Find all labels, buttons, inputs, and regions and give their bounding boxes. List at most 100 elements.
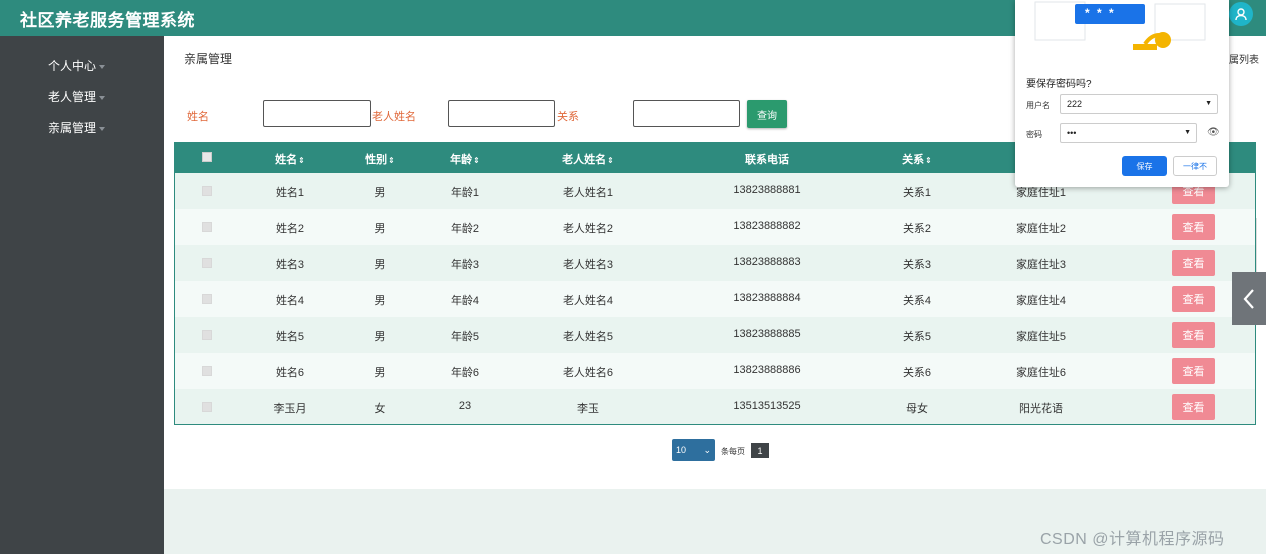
view-button[interactable]: 查看 [1172, 214, 1215, 240]
cell-address: 家庭住址3 [1015, 259, 1067, 271]
row-checkbox[interactable] [202, 222, 212, 232]
caret-down-icon [99, 126, 106, 131]
cell-gender: 男 [374, 367, 386, 379]
per-page-label: 条每页 [721, 447, 745, 456]
sidebar-item-label: 老人管理 [48, 90, 97, 104]
column-header-label: 年龄 [450, 154, 473, 166]
table-row: 姓名6 男 年龄6 老人姓名6 13823888886 关系6 家庭住址6 查看 [175, 353, 1255, 389]
sidebar-item-relative-management[interactable]: 亲属管理 [48, 119, 106, 136]
cell-phone: 13823888886 [733, 364, 801, 376]
name-input[interactable] [263, 100, 371, 127]
page-size-value: 10 [676, 445, 687, 455]
save-password-popup: * * * 要保存密码吗? 用户名 222 ▼ 密码 ••• ▼ 👁 保存 一律不 [1015, 0, 1229, 187]
save-password-button[interactable]: 保存 [1122, 156, 1167, 176]
chevron-down-icon: ⌄ [703, 445, 711, 455]
column-header-elder-name[interactable]: 老人姓名⇕ [562, 151, 614, 167]
cell-elder-name: 李玉 [577, 403, 599, 415]
view-button[interactable]: 查看 [1172, 286, 1215, 312]
row-checkbox[interactable] [202, 402, 212, 412]
column-header-label: 联系电话 [745, 154, 789, 166]
name-label: 姓名 [187, 111, 209, 123]
view-button[interactable]: 查看 [1172, 394, 1215, 420]
cell-relation: 关系1 [902, 187, 932, 199]
cell-elder-name: 老人姓名6 [562, 367, 614, 379]
sidebar-item-personal-center[interactable]: 个人中心 [48, 57, 106, 74]
cell-relation: 关系2 [902, 223, 932, 235]
cell-elder-name: 老人姓名2 [562, 223, 614, 235]
password-select[interactable]: ••• ▼ [1060, 123, 1197, 143]
column-header-label: 老人姓名 [562, 154, 607, 166]
password-label: 密码 [1026, 130, 1042, 139]
cell-phone: 13823888881 [733, 184, 801, 196]
select-all-checkbox[interactable] [202, 152, 212, 162]
cell-age: 年龄3 [450, 259, 480, 271]
column-header-name[interactable]: 姓名⇕ [275, 151, 305, 167]
table-row: 姓名2 男 年龄2 老人姓名2 13823888882 关系2 家庭住址2 查看 [175, 209, 1255, 245]
relation-label: 关系 [557, 111, 579, 123]
dropdown-arrow-icon: ▼ [1205, 100, 1212, 107]
app-title: 社区养老服务管理系统 [20, 11, 195, 30]
cell-address: 阳光花语 [1019, 403, 1063, 415]
caret-down-icon [99, 64, 106, 69]
username-select[interactable]: 222 ▼ [1060, 94, 1218, 114]
save-password-question: 要保存密码吗? [1026, 79, 1092, 90]
cell-name: 姓名4 [275, 295, 305, 307]
elder-name-input[interactable] [448, 100, 555, 127]
column-header-label: 性别 [365, 154, 388, 166]
view-button[interactable]: 查看 [1172, 322, 1215, 348]
cell-address: 家庭住址6 [1015, 367, 1067, 379]
row-checkbox[interactable] [202, 186, 212, 196]
cell-name: 姓名5 [275, 331, 305, 343]
collapse-panel-tab[interactable] [1232, 272, 1266, 325]
page-size-select[interactable]: 10 ⌄ [672, 439, 715, 461]
table-row: 姓名3 男 年龄3 老人姓名3 13823888883 关系3 家庭住址3 查看 [175, 245, 1255, 281]
sidebar-item-elder-management[interactable]: 老人管理 [48, 88, 106, 105]
cell-gender: 男 [374, 259, 386, 271]
relation-input[interactable] [633, 100, 740, 127]
illustration-stars: * * * [1085, 6, 1116, 20]
row-checkbox[interactable] [202, 294, 212, 304]
cell-address: 家庭住址5 [1015, 331, 1067, 343]
cell-gender: 男 [374, 223, 386, 235]
cell-address: 家庭住址4 [1015, 295, 1067, 307]
row-checkbox[interactable] [202, 366, 212, 376]
cell-name: 姓名3 [275, 259, 305, 271]
username-label: 用户名 [1026, 101, 1050, 110]
eye-icon[interactable]: 👁 [1207, 127, 1220, 138]
breadcrumb-list[interactable]: 属列表 [1229, 51, 1259, 66]
cell-phone: 13513513525 [733, 400, 801, 412]
column-header-gender[interactable]: 性别⇕ [365, 151, 395, 167]
cell-phone: 13823888883 [733, 256, 801, 268]
view-button[interactable]: 查看 [1172, 250, 1215, 276]
page-number-button[interactable]: 1 [751, 443, 769, 458]
never-save-button[interactable]: 一律不 [1173, 156, 1217, 176]
right-edge-strip [1256, 218, 1266, 272]
cell-relation: 关系5 [902, 331, 932, 343]
username-value: 222 [1067, 99, 1083, 109]
user-avatar-icon[interactable] [1229, 2, 1253, 26]
cell-gender: 女 [374, 403, 386, 415]
search-button[interactable]: 查询 [747, 100, 787, 128]
table-row: 姓名5 男 年龄5 老人姓名5 13823888885 关系5 家庭住址5 查看 [175, 317, 1255, 353]
view-button[interactable]: 查看 [1172, 358, 1215, 384]
column-header-age[interactable]: 年龄⇕ [450, 151, 480, 167]
page-title: 亲属管理 [184, 52, 233, 66]
column-header-relation[interactable]: 关系⇕ [902, 151, 932, 167]
column-header-label: 姓名 [275, 154, 298, 166]
dropdown-arrow-icon: ▼ [1184, 129, 1191, 136]
elder-name-label: 老人姓名 [372, 111, 416, 123]
row-checkbox[interactable] [202, 258, 212, 268]
cell-gender: 男 [374, 187, 386, 199]
cell-age: 23 [458, 400, 472, 412]
caret-down-icon [99, 95, 106, 100]
cell-gender: 男 [374, 295, 386, 307]
sort-icon: ⇕ [298, 156, 305, 165]
cell-phone: 13823888885 [733, 328, 801, 340]
sort-icon: ⇕ [925, 156, 932, 165]
password-illustration: * * * [1015, 0, 1229, 66]
column-header-phone[interactable]: 联系电话 [745, 151, 789, 167]
row-checkbox[interactable] [202, 330, 212, 340]
cell-age: 年龄4 [450, 295, 480, 307]
cell-address: 家庭住址2 [1015, 223, 1067, 235]
table-row: 姓名4 男 年龄4 老人姓名4 13823888884 关系4 家庭住址4 查看 [175, 281, 1255, 317]
